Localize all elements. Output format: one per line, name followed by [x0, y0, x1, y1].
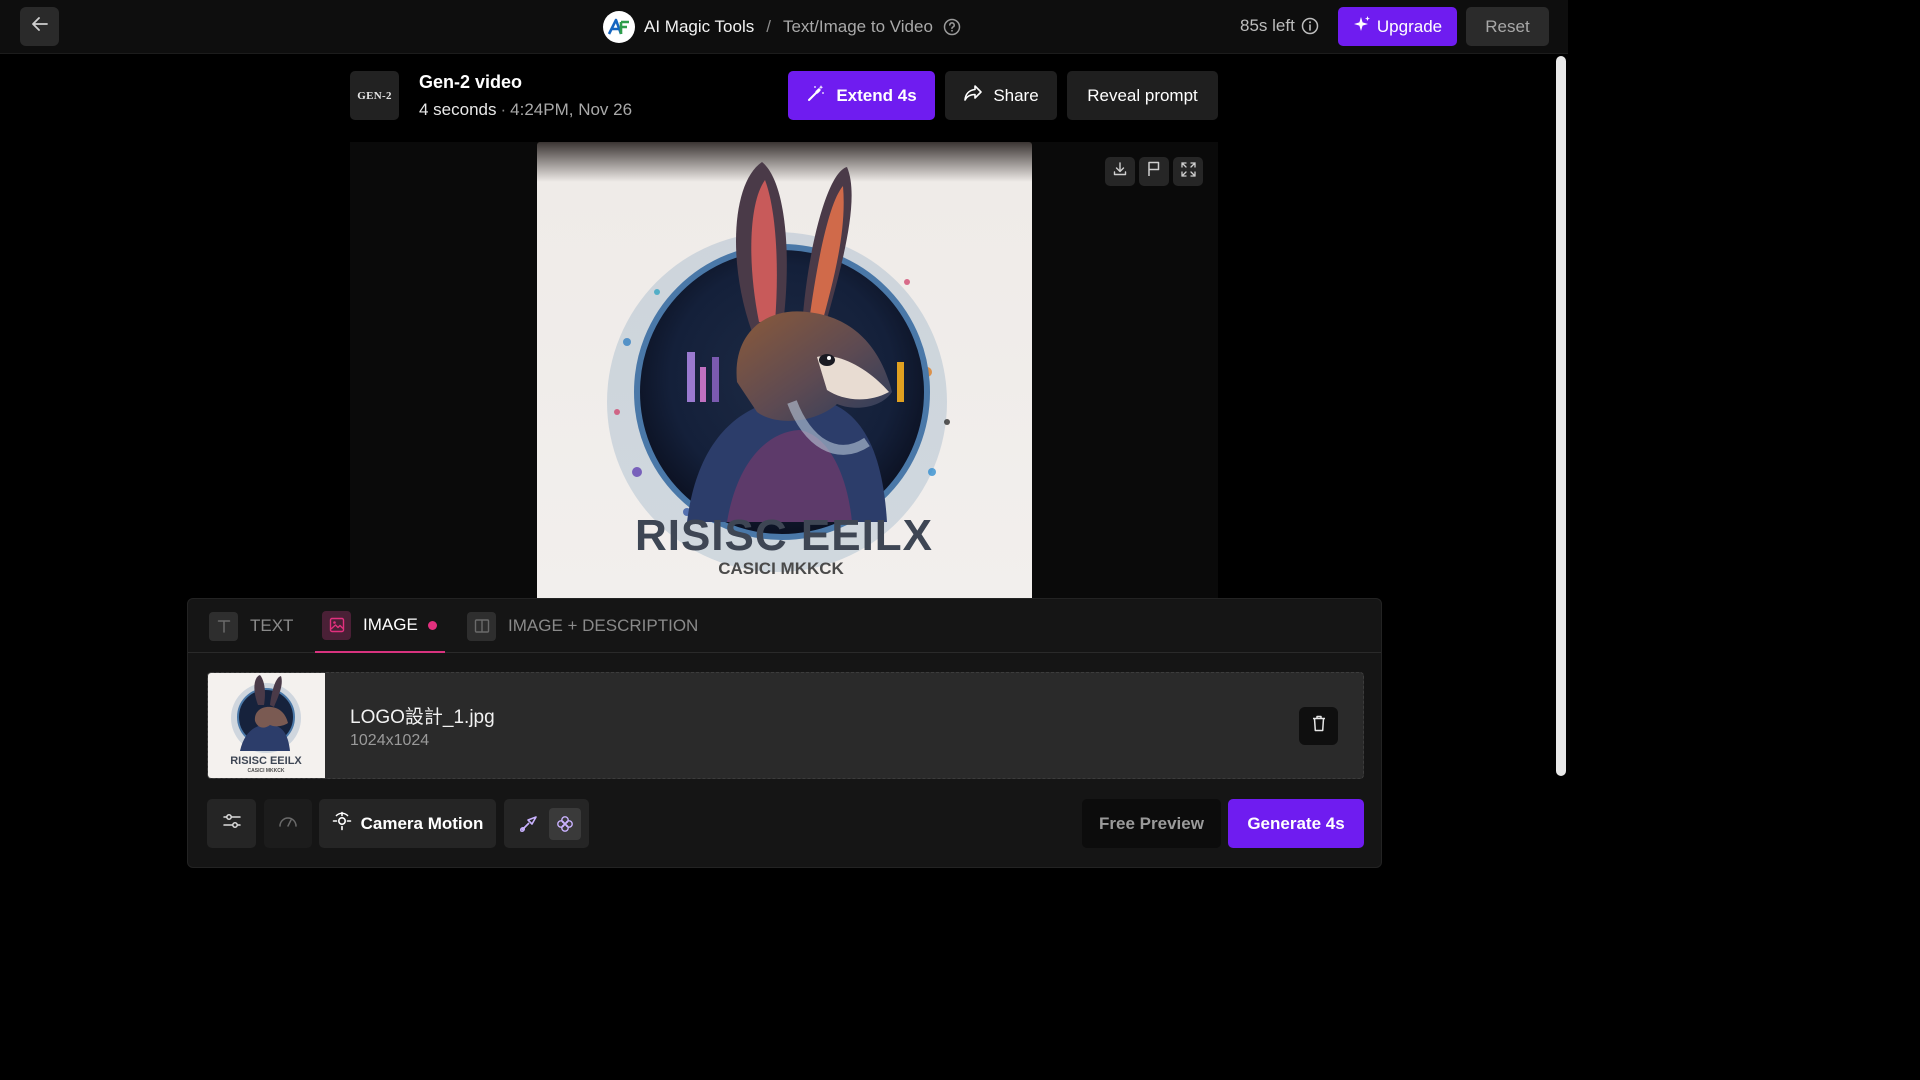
app-logo	[603, 11, 635, 43]
uploaded-image-thumbnail: RISISC EEILX CASICI MKKCK	[208, 673, 325, 778]
breadcrumb-separator: /	[766, 17, 771, 36]
info-circle-icon[interactable]	[1301, 17, 1319, 35]
share-label: Share	[993, 85, 1039, 105]
extend-button[interactable]: Extend 4s	[788, 71, 935, 120]
video-player[interactable]: RISISC EEILX CASICI MKKCK	[350, 142, 1218, 598]
upgrade-button[interactable]: Upgrade	[1338, 7, 1457, 46]
back-button[interactable]	[20, 7, 59, 46]
extend-label: Extend 4s	[836, 85, 917, 105]
sparkle-icon	[1353, 15, 1371, 38]
text-t-icon	[209, 611, 238, 641]
brush-icon[interactable]	[512, 808, 544, 840]
reveal-prompt-button[interactable]: Reveal prompt	[1067, 71, 1218, 120]
image-icon	[322, 610, 351, 640]
video-frame: RISISC EEILX CASICI MKKCK	[537, 142, 1032, 598]
breadcrumb-app-name[interactable]: AI Magic Tools	[644, 17, 754, 37]
download-button[interactable]	[1105, 157, 1135, 186]
motion-brush-group	[504, 799, 589, 848]
delete-image-button[interactable]	[1299, 707, 1338, 745]
input-panel: TEXT IMAGE IMAGE + DESCRIPTION RISISC EE…	[187, 598, 1382, 868]
free-preview-button[interactable]: Free Preview	[1082, 799, 1221, 848]
tab-text[interactable]: TEXT	[209, 599, 293, 653]
artwork-logo-text: RISISC EEILX	[635, 511, 933, 560]
input-mode-tabs: TEXT IMAGE IMAGE + DESCRIPTION	[188, 599, 1381, 653]
reset-button[interactable]: Reset	[1466, 7, 1549, 46]
flower-icon[interactable]	[549, 807, 581, 840]
flag-icon	[1147, 161, 1161, 182]
trash-icon	[1312, 715, 1326, 737]
upgrade-label: Upgrade	[1376, 16, 1443, 36]
fullscreen-button[interactable]	[1173, 157, 1203, 186]
thumbnail-logo-subtext: CASICI MKKCK	[248, 768, 285, 774]
uploaded-image-card: RISISC EEILX CASICI MKKCK LOGO設計_1.jpg 1…	[207, 672, 1364, 779]
file-name: LOGO設計_1.jpg	[350, 707, 495, 728]
tab-image[interactable]: IMAGE	[315, 599, 445, 653]
scrollbar-thumb[interactable]	[1556, 56, 1566, 776]
video-meta: 4 seconds · 4:24PM, Nov 26	[419, 100, 632, 120]
speed-button[interactable]	[264, 799, 312, 848]
active-indicator-dot	[427, 620, 437, 630]
magic-wand-icon	[806, 83, 826, 108]
arrow-left-icon	[31, 17, 48, 36]
tab-image-label: IMAGE	[363, 615, 418, 634]
camera-motion-label: Camera Motion	[360, 813, 484, 833]
share-arrow-icon	[963, 84, 983, 107]
camera-motion-icon	[332, 811, 352, 836]
share-button[interactable]: Share	[945, 71, 1057, 120]
generate-button[interactable]: Generate 4s	[1228, 799, 1364, 848]
tab-image-description-label: IMAGE + DESCRIPTION	[508, 616, 699, 635]
gen2-badge: GEN-2	[350, 71, 399, 120]
rabbit-logo-artwork: RISISC EEILX CASICI MKKCK	[607, 162, 950, 578]
sliders-icon	[222, 813, 242, 834]
settings-button[interactable]	[207, 799, 256, 848]
download-icon	[1113, 162, 1127, 181]
flag-button[interactable]	[1139, 157, 1169, 186]
video-title: Gen-2 video	[419, 72, 523, 92]
credits-remaining: 85s left	[1240, 16, 1319, 36]
video-created-time: 4:24PM, Nov 26	[510, 100, 633, 119]
breadcrumb-page-name: Text/Image to Video	[782, 17, 933, 36]
meta-separator: ·	[500, 100, 507, 119]
thumbnail-logo-text: RISISC EEILX	[230, 755, 302, 767]
top-bar: AI Magic Tools / Text/Image to Video 85s…	[0, 0, 1568, 54]
camera-motion-button[interactable]: Camera Motion	[319, 799, 496, 848]
file-dimensions: 1024x1024	[350, 732, 430, 749]
tab-image-description[interactable]: IMAGE + DESCRIPTION	[467, 599, 698, 653]
credits-label: 85s left	[1240, 16, 1295, 35]
tab-text-label: TEXT	[250, 616, 294, 635]
breadcrumb: AI Magic Tools / Text/Image to Video	[603, 11, 961, 43]
fullscreen-icon	[1180, 161, 1196, 182]
artwork-logo-subtext: CASICI MKKCK	[718, 559, 844, 578]
gauge-icon	[278, 814, 298, 833]
split-panel-icon	[467, 611, 496, 641]
video-duration: 4 seconds	[419, 100, 497, 119]
question-circle-icon[interactable]	[943, 18, 961, 36]
